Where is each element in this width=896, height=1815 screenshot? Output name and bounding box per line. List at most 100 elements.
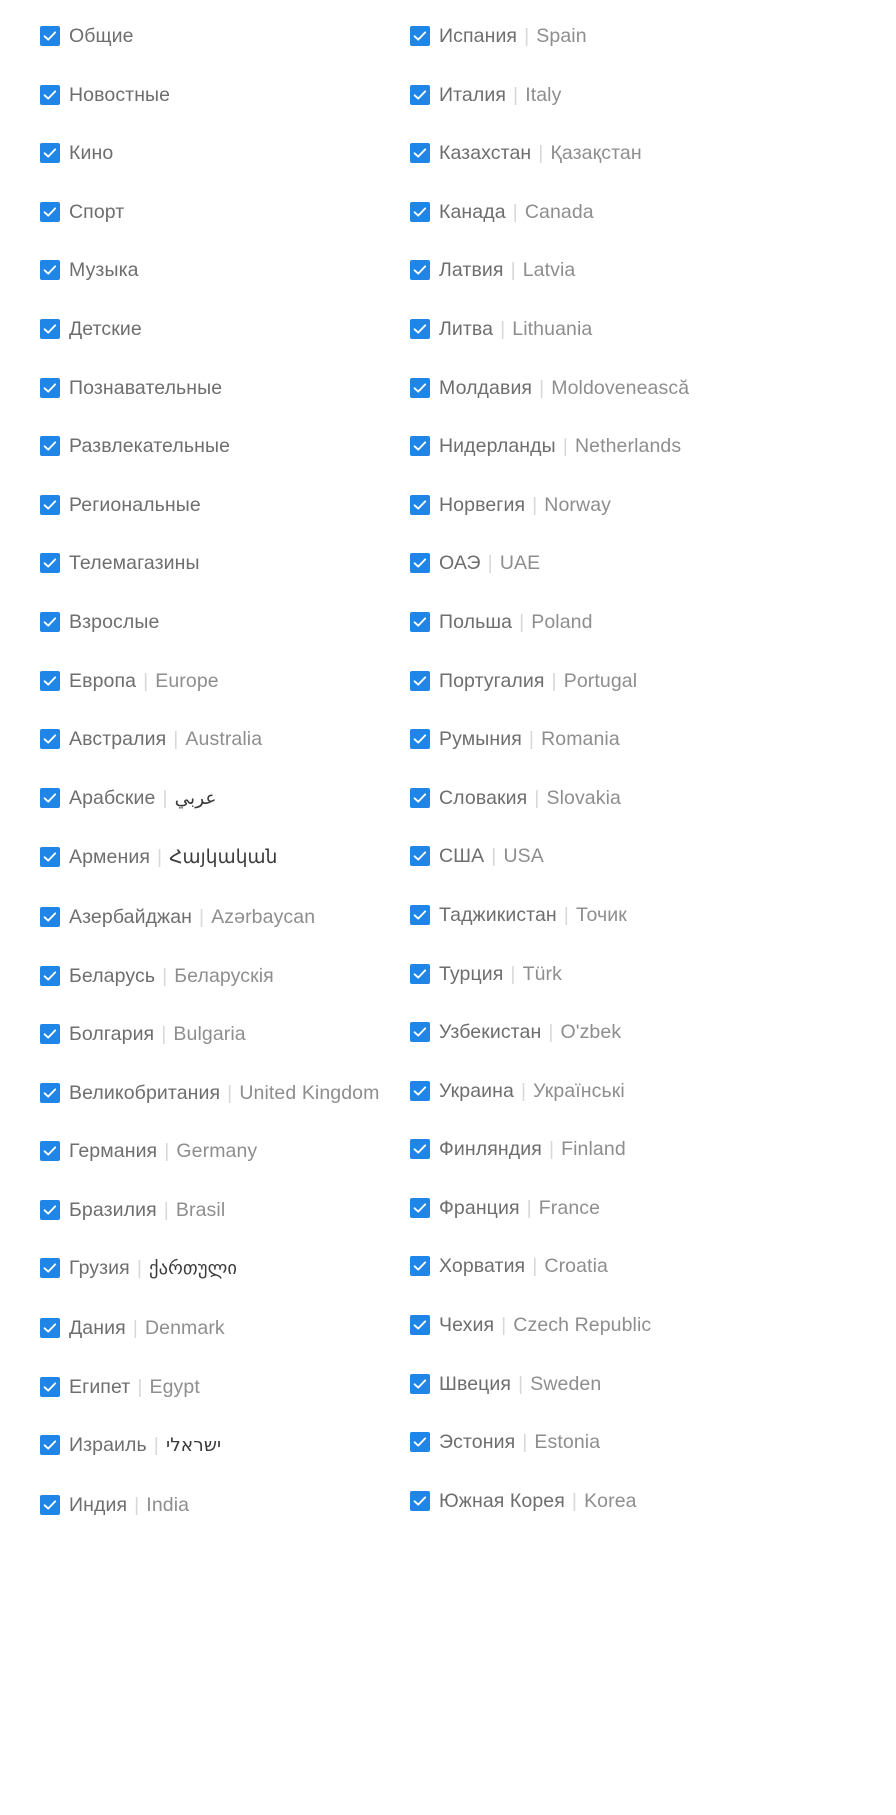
checkbox-checked-icon[interactable] — [40, 670, 60, 691]
checkbox-checked-icon[interactable] — [410, 377, 430, 398]
checkbox-row[interactable]: Кино — [40, 136, 396, 170]
checkbox-checked-icon[interactable] — [40, 143, 60, 164]
checkbox-row[interactable]: Украина | Українські — [410, 1074, 890, 1108]
checkbox-checked-icon[interactable] — [410, 670, 430, 691]
checkbox-checked-icon[interactable] — [40, 1141, 60, 1162]
checkbox-row[interactable]: Спорт — [40, 195, 396, 229]
checkbox-row[interactable]: Австралия | Australia — [40, 722, 396, 756]
checkbox-row[interactable]: Румыния | Romania — [410, 722, 890, 756]
checkbox-row[interactable]: Детские — [40, 312, 396, 346]
checkbox-row[interactable]: ОАЭ | UAE — [410, 546, 890, 580]
checkbox-checked-icon[interactable] — [40, 611, 60, 632]
checkbox-checked-icon[interactable] — [40, 494, 60, 515]
checkbox-checked-icon[interactable] — [410, 1490, 430, 1511]
checkbox-row[interactable]: Дания | Denmark — [40, 1311, 396, 1345]
checkbox-row[interactable]: Израиль | ישראלי — [40, 1428, 396, 1463]
checkbox-row[interactable]: Азербайджан | Azərbaycan — [40, 900, 396, 934]
checkbox-row[interactable]: Телемагазины — [40, 546, 396, 580]
checkbox-checked-icon[interactable] — [40, 1199, 60, 1220]
checkbox-checked-icon[interactable] — [40, 26, 60, 46]
checkbox-checked-icon[interactable] — [40, 318, 60, 339]
checkbox-row[interactable]: Чехия | Czech Republic — [410, 1308, 890, 1342]
checkbox-checked-icon[interactable] — [410, 846, 430, 867]
checkbox-row[interactable]: Новостные — [40, 78, 396, 112]
checkbox-row[interactable]: Узбекистан | O'zbek — [410, 1015, 890, 1049]
checkbox-checked-icon[interactable] — [40, 1082, 60, 1103]
checkbox-checked-icon[interactable] — [410, 436, 430, 457]
checkbox-checked-icon[interactable] — [410, 1080, 430, 1101]
checkbox-checked-icon[interactable] — [40, 84, 60, 105]
checkbox-checked-icon[interactable] — [40, 965, 60, 986]
checkbox-checked-icon[interactable] — [40, 847, 60, 868]
checkbox-checked-icon[interactable] — [410, 1022, 430, 1043]
checkbox-row[interactable]: Познавательные — [40, 371, 396, 405]
checkbox-row[interactable]: Таджикистан | Точик — [410, 898, 890, 932]
checkbox-checked-icon[interactable] — [40, 1435, 60, 1456]
checkbox-row[interactable]: Казахстан | Қазақстан — [410, 136, 890, 170]
checkbox-row[interactable]: Латвия | Latvia — [410, 253, 890, 287]
checkbox-checked-icon[interactable] — [410, 1315, 430, 1336]
checkbox-row[interactable]: Хорватия | Croatia — [410, 1249, 890, 1283]
checkbox-row[interactable]: Эстония | Estonia — [410, 1425, 890, 1459]
checkbox-row[interactable]: Великобритания | United Kingdom — [40, 1076, 396, 1110]
checkbox-checked-icon[interactable] — [410, 1256, 430, 1277]
checkbox-row[interactable]: Германия | Germany — [40, 1134, 396, 1168]
checkbox-checked-icon[interactable] — [40, 377, 60, 398]
checkbox-row[interactable]: Норвегия | Norway — [410, 488, 890, 522]
checkbox-row[interactable]: Армения | Հայկական — [40, 840, 396, 875]
checkbox-row[interactable]: Швеция | Sweden — [410, 1367, 890, 1401]
checkbox-checked-icon[interactable] — [40, 201, 60, 222]
checkbox-checked-icon[interactable] — [410, 494, 430, 515]
checkbox-checked-icon[interactable] — [410, 904, 430, 925]
checkbox-row[interactable]: Египет | Egypt — [40, 1370, 396, 1404]
checkbox-checked-icon[interactable] — [410, 26, 430, 46]
checkbox-checked-icon[interactable] — [40, 436, 60, 457]
checkbox-row[interactable]: Развлекательные — [40, 429, 396, 463]
checkbox-row[interactable]: Канада | Canada — [410, 195, 890, 229]
checkbox-checked-icon[interactable] — [40, 1318, 60, 1339]
checkbox-checked-icon[interactable] — [410, 611, 430, 632]
checkbox-row[interactable]: Португалия | Portugal — [410, 664, 890, 698]
checkbox-row[interactable]: Польша | Poland — [410, 605, 890, 639]
checkbox-row[interactable]: Нидерланды | Netherlands — [410, 429, 890, 463]
checkbox-row[interactable]: Арабские | عربي — [40, 781, 396, 816]
checkbox-row[interactable]: Грузия | ქართული — [40, 1251, 396, 1286]
checkbox-row[interactable]: Испания | Spain — [410, 19, 890, 53]
checkbox-row[interactable]: Европа | Europe — [40, 664, 396, 698]
checkbox-checked-icon[interactable] — [410, 1432, 430, 1453]
checkbox-checked-icon[interactable] — [410, 84, 430, 105]
checkbox-row[interactable]: Беларусь | Беларускія — [40, 959, 396, 993]
checkbox-row[interactable]: Франция | France — [410, 1191, 890, 1225]
checkbox-checked-icon[interactable] — [410, 1139, 430, 1160]
checkbox-row[interactable]: Музыка — [40, 253, 396, 287]
checkbox-row[interactable]: Молдавия | Moldovenească — [410, 371, 890, 405]
checkbox-checked-icon[interactable] — [410, 729, 430, 750]
checkbox-row[interactable]: Словакия | Slovakia — [410, 781, 890, 815]
checkbox-checked-icon[interactable] — [40, 906, 60, 927]
checkbox-row[interactable]: Бразилия | Brasil — [40, 1193, 396, 1227]
checkbox-checked-icon[interactable] — [410, 201, 430, 222]
checkbox-row[interactable]: Литва | Lithuania — [410, 312, 890, 346]
checkbox-row[interactable]: Взрослые — [40, 605, 396, 639]
checkbox-row[interactable]: Финляндия | Finland — [410, 1132, 890, 1166]
checkbox-checked-icon[interactable] — [410, 553, 430, 574]
checkbox-checked-icon[interactable] — [40, 260, 60, 281]
checkbox-checked-icon[interactable] — [410, 260, 430, 281]
checkbox-row[interactable]: Южная Корея | Korea — [410, 1484, 890, 1518]
checkbox-checked-icon[interactable] — [410, 143, 430, 164]
checkbox-checked-icon[interactable] — [40, 729, 60, 750]
checkbox-checked-icon[interactable] — [40, 1024, 60, 1045]
checkbox-checked-icon[interactable] — [40, 553, 60, 574]
checkbox-row[interactable]: Региональные — [40, 488, 396, 522]
checkbox-checked-icon[interactable] — [40, 1494, 60, 1515]
checkbox-row[interactable]: Турция | Türk — [410, 957, 890, 991]
checkbox-checked-icon[interactable] — [410, 963, 430, 984]
checkbox-row[interactable]: Общие — [40, 19, 396, 53]
checkbox-checked-icon[interactable] — [40, 1258, 60, 1279]
checkbox-checked-icon[interactable] — [40, 1376, 60, 1397]
checkbox-row[interactable]: Италия | Italy — [410, 78, 890, 112]
checkbox-checked-icon[interactable] — [410, 1197, 430, 1218]
checkbox-row[interactable]: США | USA — [410, 839, 890, 873]
checkbox-row[interactable]: Болгария | Bulgaria — [40, 1017, 396, 1051]
checkbox-checked-icon[interactable] — [410, 318, 430, 339]
